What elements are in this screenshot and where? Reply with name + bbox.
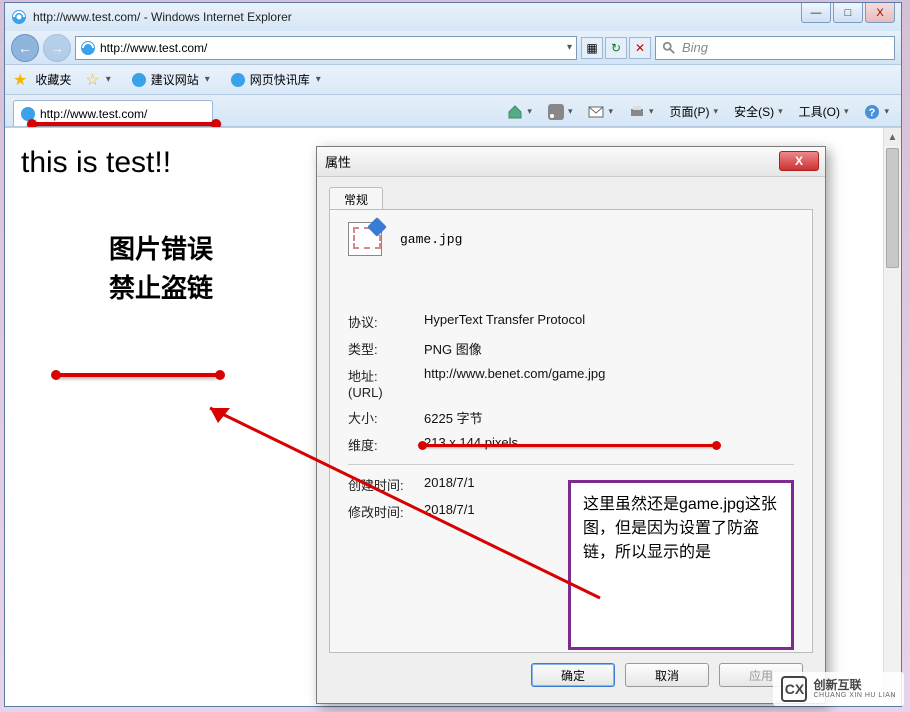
address-controls: ▦ ↻ ✕ [581,37,651,59]
search-icon [662,41,676,55]
ok-button[interactable]: 确定 [531,663,615,687]
ie-icon [80,40,96,56]
url-label: 地址: (URL) [348,366,424,400]
file-icon [348,222,382,256]
img-error-line2: 禁止盗链 [61,269,261,308]
svg-text:?: ? [869,107,876,119]
help-button[interactable]: ? [860,102,893,122]
forward-button[interactable]: → [43,34,71,62]
window-controls: — □ X [801,3,895,23]
search-box[interactable]: Bing [655,36,895,60]
hotlink-error-image: 图片错误 禁止盗链 [61,230,261,308]
watermark-en: CHUANG XIN HU LIAN [813,692,896,700]
close-button[interactable]: X [865,3,895,23]
protocol-label: 协议: [348,312,424,331]
page-menu[interactable]: 页面(P) [666,101,723,122]
scroll-thumb[interactable] [886,148,899,268]
print-button[interactable] [625,102,658,122]
created-label: 创建时间: [348,475,424,494]
ie-icon [230,72,246,88]
add-favorite-button[interactable]: ☆ [79,68,116,92]
annotation-box: 这里虽然还是game.jpg这张图，但是因为设置了防盗链，所以显示的是 [568,480,794,650]
annotation-dot [712,441,721,450]
annotation-underline [57,373,217,377]
size-value: 6225 字节 [424,408,794,427]
home-button[interactable] [503,102,536,122]
size-label: 大小: [348,408,424,427]
watermark: CX 创新互联 CHUANG XIN HU LIAN [773,672,904,706]
help-icon: ? [864,104,880,120]
address-bar[interactable]: http://www.test.com/ ▾ [75,36,577,60]
protocol-value: HyperText Transfer Protocol [424,312,794,327]
watermark-cn: 创新互联 [813,679,896,692]
suggested-sites[interactable]: 建议网站 [125,69,216,90]
dialog-close-button[interactable]: X [779,151,819,171]
compat-button[interactable]: ▦ [581,37,603,59]
favorites-bar: ★ 收藏夹 ☆ 建议网站 网页快讯库 [5,65,901,95]
dialog-body: 常规 game.jpg 协议:HyperText Transfer Protoc… [317,177,825,703]
dim-label: 维度: [348,435,424,454]
mail-icon [588,104,604,120]
printer-icon [629,104,645,120]
dialog-buttons: 确定 取消 应用 [329,653,813,697]
mail-button[interactable] [584,102,617,122]
rss-icon [548,104,564,120]
annotation-text: 这里虽然还是game.jpg这张图，但是因为设置了防盗链，所以显示的是 [583,496,777,561]
annotation-dot [51,370,61,380]
titlebar: http://www.test.com/ - Windows Internet … [5,3,901,31]
modified-label: 修改时间: [348,502,424,521]
general-panel: game.jpg 协议:HyperText Transfer Protocol … [329,209,813,653]
favorites-label[interactable]: 收藏夹 [35,71,71,88]
safety-menu[interactable]: 安全(S) [730,101,787,122]
tab-label: http://www.test.com/ [40,107,147,121]
feeds-button[interactable] [544,102,577,122]
type-value: PNG 图像 [424,339,794,358]
annotation-dot [418,441,427,450]
cancel-button[interactable]: 取消 [625,663,709,687]
type-label: 类型: [348,339,424,358]
ie-icon [11,9,27,25]
dialog-titlebar: 属性 X [317,147,825,177]
minimize-button[interactable]: — [801,3,831,23]
watermark-logo: CX [781,676,807,702]
properties-dialog: 属性 X 常规 game.jpg 协议:HyperText Transfer P… [316,146,826,704]
navigation-bar: ← → http://www.test.com/ ▾ ▦ ↻ ✕ Bing [5,31,901,65]
favorites-star-icon[interactable]: ★ [13,70,27,90]
tools-menu[interactable]: 工具(O) [795,101,853,122]
web-slice-gallery[interactable]: 网页快讯库 [224,69,327,90]
address-text: http://www.test.com/ [100,41,207,55]
window-title: http://www.test.com/ - Windows Internet … [33,10,292,24]
dialog-title: 属性 [325,152,351,171]
home-icon [507,104,523,120]
search-placeholder: Bing [682,40,708,55]
back-button[interactable]: ← [11,34,39,62]
url-value: http://www.benet.com/game.jpg [424,366,794,381]
filename: game.jpg [400,232,462,247]
stop-button[interactable]: ✕ [629,37,651,59]
command-bar: 页面(P) 安全(S) 工具(O) ? [503,101,893,126]
annotation-underline [33,122,213,126]
scroll-up-arrow[interactable]: ▲ [884,128,901,146]
ie-icon [131,72,147,88]
dim-value: 213 x 144 pixels [424,435,794,450]
annotation-dot [215,370,225,380]
img-error-line1: 图片错误 [61,230,261,269]
maximize-button[interactable]: □ [833,3,863,23]
annotation-underline [424,444,714,447]
vertical-scrollbar[interactable]: ▲ ▼ [883,128,901,706]
tab-bar: http://www.test.com/ 页面(P) 安全(S) 工具(O) ? [5,95,901,127]
refresh-button[interactable]: ↻ [605,37,627,59]
